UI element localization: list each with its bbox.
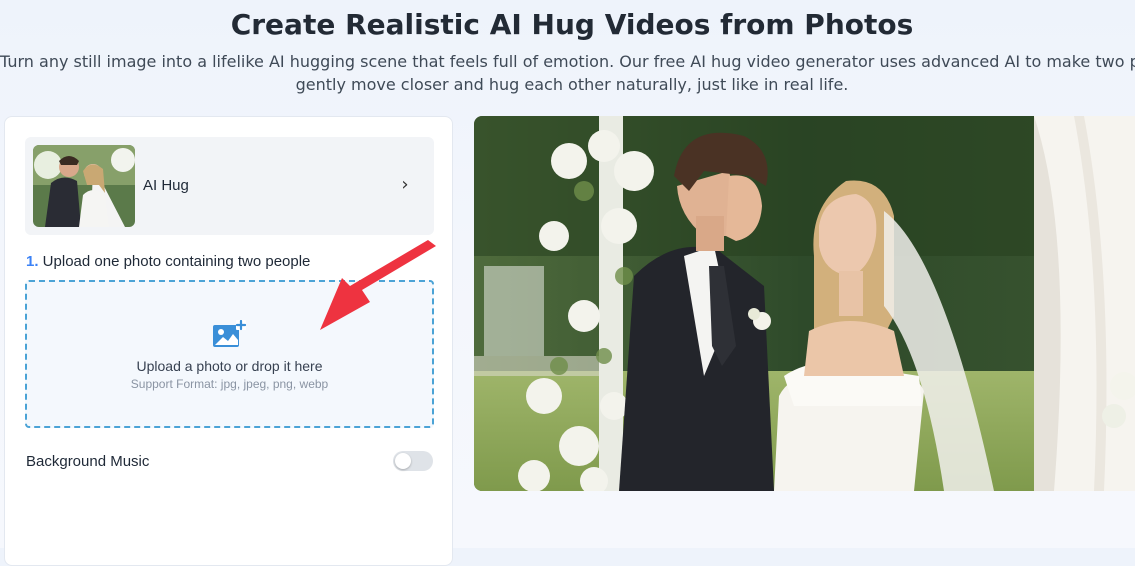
subtitle-line-2: gently move closer and hug each other na…	[295, 75, 849, 94]
page-title: Create Realistic AI Hug Videos from Phot…	[230, 8, 914, 41]
supported-formats: Support Format: jpg, jpeg, png, webp	[130, 377, 329, 391]
photo-dropzone[interactable]: Upload a photo or drop it here Support F…	[25, 280, 434, 428]
image-plus-icon	[212, 319, 247, 350]
generator-panel: AI Hug › 1. Upload one photo containing …	[4, 116, 453, 566]
template-selector[interactable]: AI Hug ›	[25, 137, 434, 235]
chevron-right-icon: ›	[401, 174, 409, 195]
template-thumbnail	[33, 145, 135, 227]
page-subtitle: Turn any still image into a lifelike AI …	[0, 50, 1135, 96]
subtitle-line-1: Turn any still image into a lifelike AI …	[0, 52, 1135, 71]
example-preview-image	[474, 116, 1135, 491]
toggle-knob	[395, 453, 411, 469]
step-text: Upload one photo containing two people	[38, 253, 311, 270]
dropzone-instruction: Upload a photo or drop it here	[136, 358, 323, 374]
upload-step-label: 1. Upload one photo containing two peopl…	[26, 253, 310, 270]
template-label: AI Hug	[143, 177, 189, 194]
background-music-toggle[interactable]	[393, 451, 433, 471]
background-music-label: Background Music	[26, 453, 150, 470]
step-number: 1.	[26, 253, 39, 270]
